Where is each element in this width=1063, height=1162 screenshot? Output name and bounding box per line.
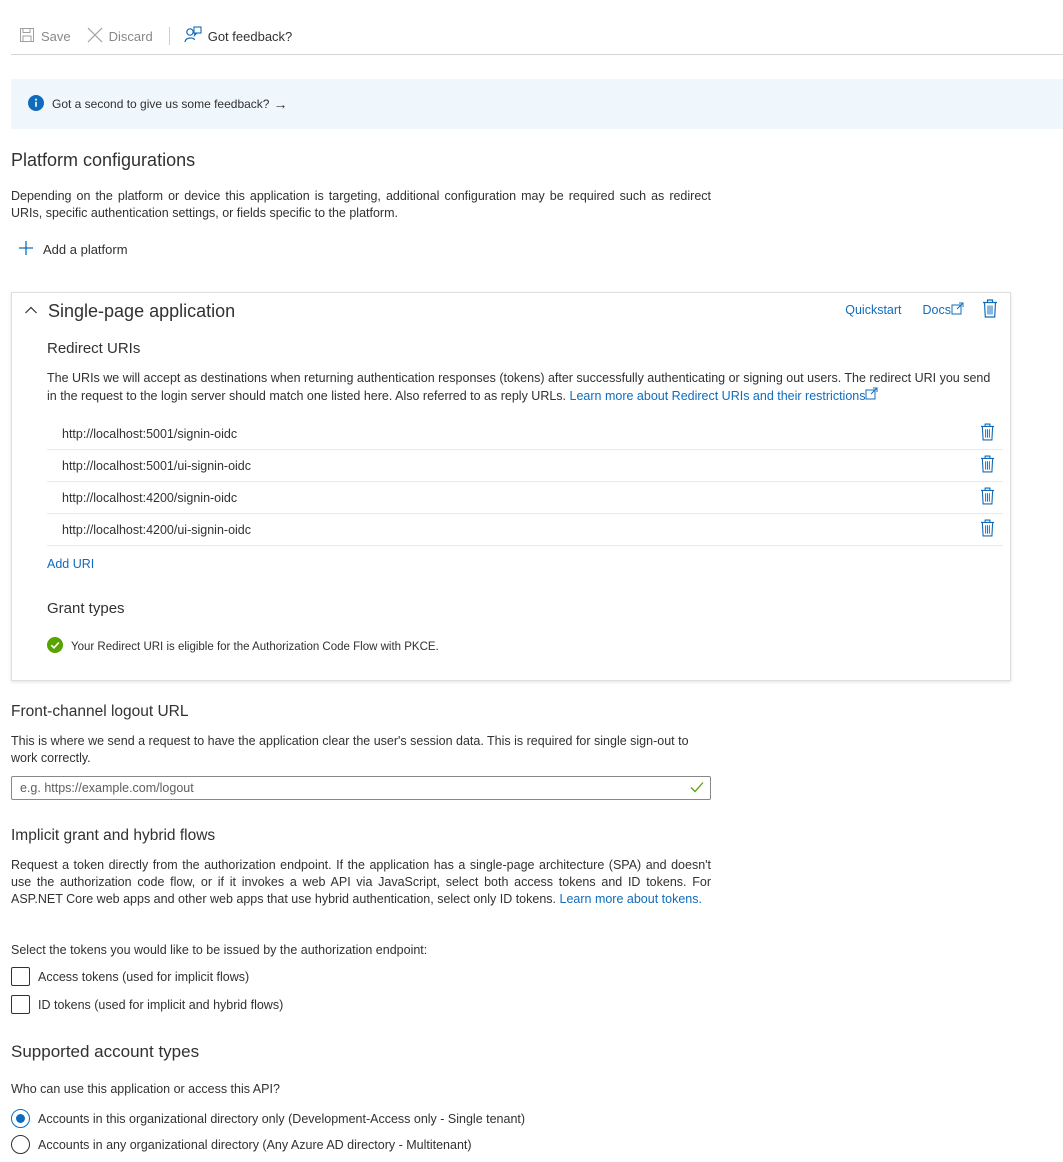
add-platform-button[interactable]: Add a platform <box>18 240 128 259</box>
implicit-description: Request a token directly from the author… <box>11 857 711 908</box>
grant-status: Your Redirect URI is eligible for the Au… <box>47 637 439 656</box>
multi-tenant-label: Accounts in any organizational directory… <box>38 1137 472 1152</box>
discard-button[interactable]: Discard <box>87 22 153 50</box>
tokens-select-prompt: Select the tokens you would like to be i… <box>11 943 428 957</box>
feedback-icon <box>184 25 202 47</box>
docs-label: Docs <box>922 303 951 317</box>
command-bar: Save Discard Got feedback? <box>11 22 1063 55</box>
platform-title: Platform configurations <box>11 150 196 170</box>
radio-button[interactable] <box>11 1109 30 1128</box>
success-check-icon <box>47 637 63 656</box>
toolbar-divider <box>168 27 170 45</box>
tokens-learn-more-link[interactable]: Learn more about tokens. <box>560 892 702 906</box>
redirect-uris-description: The URIs we will accept as destinations … <box>47 370 997 405</box>
implicit-title: Implicit grant and hybrid flows <box>11 827 216 844</box>
redirect-learn-more-label: Learn more about Redirect URIs and their… <box>569 389 866 403</box>
feedback-label: Got feedback? <box>207 28 293 44</box>
external-link-icon <box>865 387 878 400</box>
delete-uri-trash-icon[interactable] <box>980 455 995 476</box>
discard-label: Discard <box>108 28 153 44</box>
external-link-icon <box>951 302 964 318</box>
redirect-uri-row: http://localhost:4200/signin-oidc <box>47 482 1003 514</box>
redirect-uri-row: http://localhost:5001/ui-signin-oidc <box>47 450 1003 482</box>
spa-title: Single-page application <box>48 301 236 321</box>
add-platform-label: Add a platform <box>43 242 128 257</box>
platform-description: Depending on the platform or device this… <box>11 189 711 220</box>
single-tenant-label: Accounts in this organizational director… <box>38 1111 526 1126</box>
grant-types-heading: Grant types <box>47 600 125 617</box>
account-types-title: Supported account types <box>11 1042 200 1061</box>
account-types-question: Who can use this application or access t… <box>11 1082 280 1096</box>
save-button[interactable]: Save <box>19 22 71 50</box>
save-icon <box>19 27 35 46</box>
redirect-uri-list: http://localhost:5001/signin-oidc http:/… <box>47 418 1003 546</box>
redirect-uri-value[interactable]: http://localhost:5001/ui-signin-oidc <box>62 459 251 473</box>
banner-text: Got a second to give us some feedback? <box>52 97 270 111</box>
redirect-uri-row: http://localhost:4200/ui-signin-oidc <box>47 514 1003 546</box>
id-tokens-label: ID tokens (used for implicit and hybrid … <box>38 997 284 1012</box>
redirect-uri-value[interactable]: http://localhost:4200/ui-signin-oidc <box>62 523 251 537</box>
logout-url-input[interactable] <box>20 781 660 795</box>
feedback-button[interactable]: Got feedback? <box>184 22 293 50</box>
access-tokens-checkbox[interactable]: Access tokens (used for implicit flows) <box>11 967 249 986</box>
feedback-banner[interactable]: Got a second to give us some feedback? → <box>11 79 1063 129</box>
spa-actions: Quickstart Docs <box>845 299 998 321</box>
checkbox-box[interactable] <box>11 967 30 986</box>
spa-collapse-toggle[interactable]: Single-page application <box>24 301 235 322</box>
redirect-uri-value[interactable]: http://localhost:4200/signin-oidc <box>62 491 237 505</box>
spa-card: Single-page application Quickstart Docs … <box>11 292 1011 681</box>
logout-url-field <box>11 776 711 800</box>
redirect-uri-row: http://localhost:5001/signin-oidc <box>47 418 1003 450</box>
chevron-up-icon <box>24 303 38 320</box>
multi-tenant-radio[interactable]: Accounts in any organizational directory… <box>11 1135 472 1154</box>
delete-uri-trash-icon[interactable] <box>980 423 995 444</box>
info-icon <box>28 94 44 114</box>
id-tokens-checkbox[interactable]: ID tokens (used for implicit and hybrid … <box>11 995 283 1014</box>
delete-uri-trash-icon[interactable] <box>980 487 995 508</box>
delete-platform-trash-icon[interactable] <box>982 299 998 321</box>
plus-icon <box>18 240 34 259</box>
redirect-learn-more-link[interactable]: Learn more about Redirect URIs and their… <box>569 387 879 403</box>
access-tokens-label: Access tokens (used for implicit flows) <box>38 969 250 984</box>
add-uri-link[interactable]: Add URI <box>47 557 94 571</box>
redirect-uri-value[interactable]: http://localhost:5001/signin-oidc <box>62 427 237 441</box>
arrow-right-icon: → <box>273 96 288 112</box>
logout-description: This is where we send a request to have … <box>11 734 689 765</box>
check-icon <box>690 781 704 796</box>
quickstart-link[interactable]: Quickstart <box>845 303 901 317</box>
docs-link[interactable]: Docs <box>923 302 964 318</box>
close-icon <box>87 27 103 46</box>
grant-status-text: Your Redirect URI is eligible for the Au… <box>71 640 439 653</box>
save-label: Save <box>41 28 71 44</box>
radio-button[interactable] <box>11 1135 30 1154</box>
checkbox-box[interactable] <box>11 995 30 1014</box>
single-tenant-radio[interactable]: Accounts in this organizational director… <box>11 1109 525 1128</box>
redirect-uris-heading: Redirect URIs <box>47 340 141 357</box>
logout-title: Front-channel logout URL <box>11 703 189 720</box>
delete-uri-trash-icon[interactable] <box>980 519 995 540</box>
